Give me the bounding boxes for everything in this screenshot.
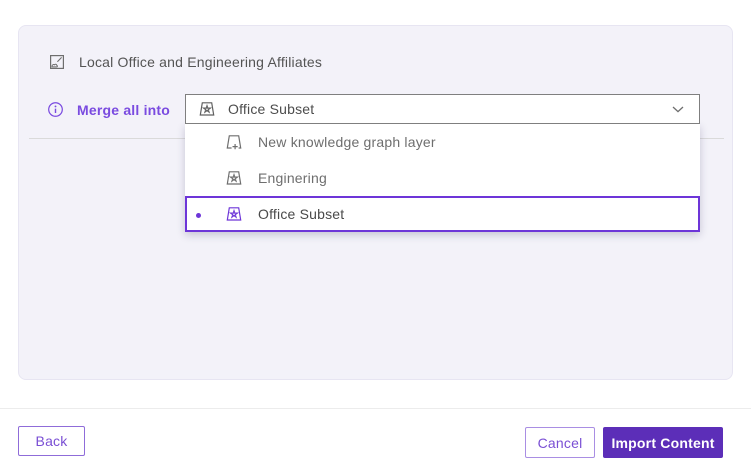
import-content-button[interactable]: Import Content <box>603 427 723 458</box>
sketch-layer-icon <box>48 53 66 71</box>
info-icon[interactable] <box>47 101 64 118</box>
merge-target-select[interactable]: Office Subset <box>185 94 700 124</box>
new-knowledge-graph-layer-icon <box>225 133 243 151</box>
knowledge-graph-layer-icon <box>225 169 243 187</box>
option-label: Office Subset <box>258 206 344 222</box>
knowledge-graph-layer-icon <box>225 205 243 223</box>
knowledge-graph-layer-icon <box>198 100 216 118</box>
merge-target-select-value: Office Subset <box>228 101 314 117</box>
option-office-subset-selected[interactable]: Office Subset <box>185 196 700 232</box>
merge-target-dropdown: New knowledge graph layer Enginering Off… <box>185 124 700 232</box>
import-dialog: Local Office and Engineering Affiliates … <box>0 0 751 470</box>
option-label: New knowledge graph layer <box>258 134 436 150</box>
selected-bullet <box>196 213 201 218</box>
option-new-knowledge-graph-layer[interactable]: New knowledge graph layer <box>185 124 700 160</box>
source-layer-row: Local Office and Engineering Affiliates <box>48 53 322 71</box>
option-enginering[interactable]: Enginering <box>185 160 700 196</box>
back-button[interactable]: Back <box>18 426 85 456</box>
merge-all-into-label: Merge all into <box>77 102 170 118</box>
cancel-button[interactable]: Cancel <box>525 427 595 458</box>
chevron-down-icon <box>672 106 684 113</box>
option-label: Enginering <box>258 170 327 186</box>
source-layer-label: Local Office and Engineering Affiliates <box>79 54 322 70</box>
footer-divider <box>0 408 751 409</box>
merge-all-into-row: Merge all into <box>47 101 170 118</box>
